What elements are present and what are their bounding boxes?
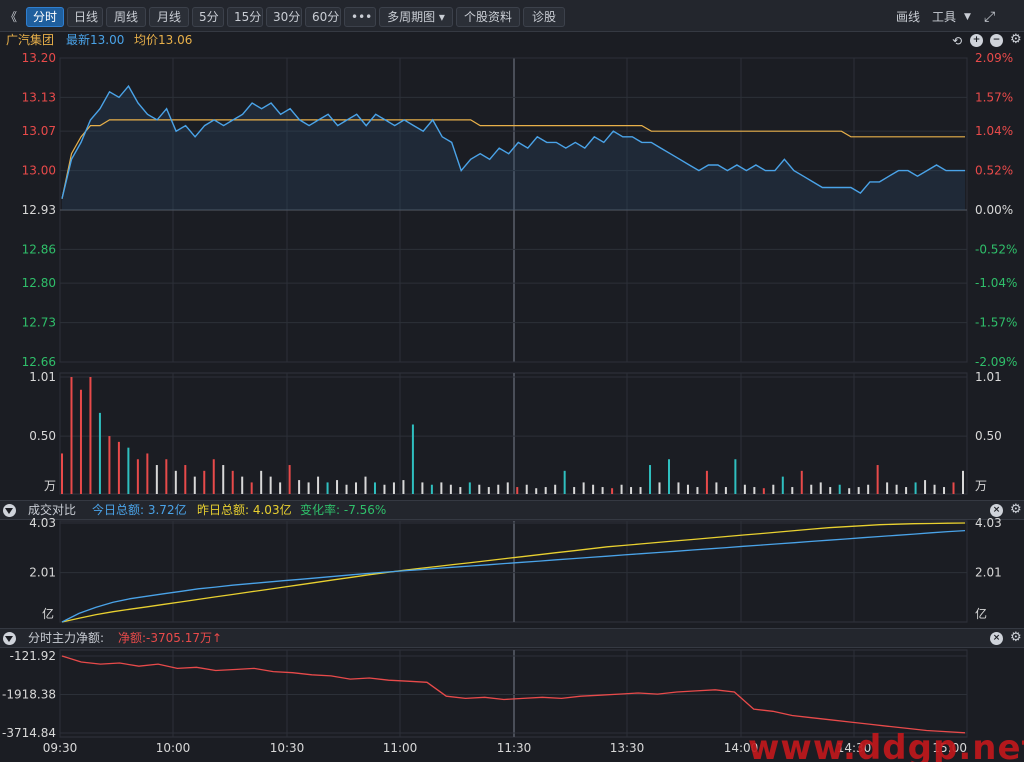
compare-tick-label: 4.03 <box>29 516 56 530</box>
compare-tick-label-right: 2.01 <box>975 566 1002 580</box>
time-axis-label: 10:00 <box>156 741 191 755</box>
stock-chart-window: 《 分时 日线 周线 月线 5分 15分 30分 60分 ••• 多周期图 ▾ 个股资料 诊股 画线 … <box>0 0 1024 762</box>
volume-tick-label: 1.01 <box>29 370 56 384</box>
pct-tick-label: -0.52% <box>975 242 1017 256</box>
pct-tick-label: 1.57% <box>975 90 1013 104</box>
flow-tick-label: -1918.38 <box>2 688 56 702</box>
price-tick-label: 12.86 <box>22 242 56 256</box>
volume-unit-label: 万 <box>44 479 56 493</box>
volume-tick-label-right: 1.01 <box>975 370 1002 384</box>
compare-tick-label-right: 4.03 <box>975 516 1002 530</box>
price-tick-label: 12.93 <box>22 203 56 217</box>
pct-tick-label: -1.04% <box>975 276 1017 290</box>
volume-unit-label-right: 万 <box>975 479 987 493</box>
time-axis-label: 11:00 <box>383 741 418 755</box>
volume-tick-label: 0.50 <box>29 429 56 443</box>
time-axis-label: 10:30 <box>270 741 305 755</box>
flow-tick-label: -3714.84 <box>2 726 56 740</box>
price-tick-label: 12.73 <box>22 316 56 330</box>
flow-tick-label: -121.92 <box>10 649 56 663</box>
time-axis-label: 13:30 <box>610 741 645 755</box>
compare-unit-label-right: 亿 <box>975 606 987 621</box>
compare-unit-label: 亿 <box>42 606 54 621</box>
pct-tick-label: -2.09% <box>975 355 1017 369</box>
pct-tick-label: 2.09% <box>975 51 1013 65</box>
pct-tick-label: 0.00% <box>975 203 1013 217</box>
pct-tick-label: 1.04% <box>975 124 1013 138</box>
pct-tick-label: -1.57% <box>975 316 1017 330</box>
time-axis-label: 11:30 <box>497 741 532 755</box>
price-tick-label: 13.20 <box>22 51 56 65</box>
price-tick-label: 13.00 <box>22 164 56 178</box>
price-tick-label: 12.66 <box>22 355 56 369</box>
price-tick-label: 13.07 <box>22 124 56 138</box>
time-axis-label: 09:30 <box>43 741 78 755</box>
chart-canvas: 13.20 2.09% 13.13 1.57% 13.07 1.04% 13.00 0.52%… <box>2 51 1017 755</box>
watermark-text: www.ddgp.net <box>748 728 1024 762</box>
volume-tick-label-right: 0.50 <box>975 429 1002 443</box>
pct-tick-label: 0.52% <box>975 164 1013 178</box>
compare-tick-label: 2.01 <box>29 566 56 580</box>
price-tick-label: 12.80 <box>22 276 56 290</box>
price-tick-label: 13.13 <box>22 90 56 104</box>
